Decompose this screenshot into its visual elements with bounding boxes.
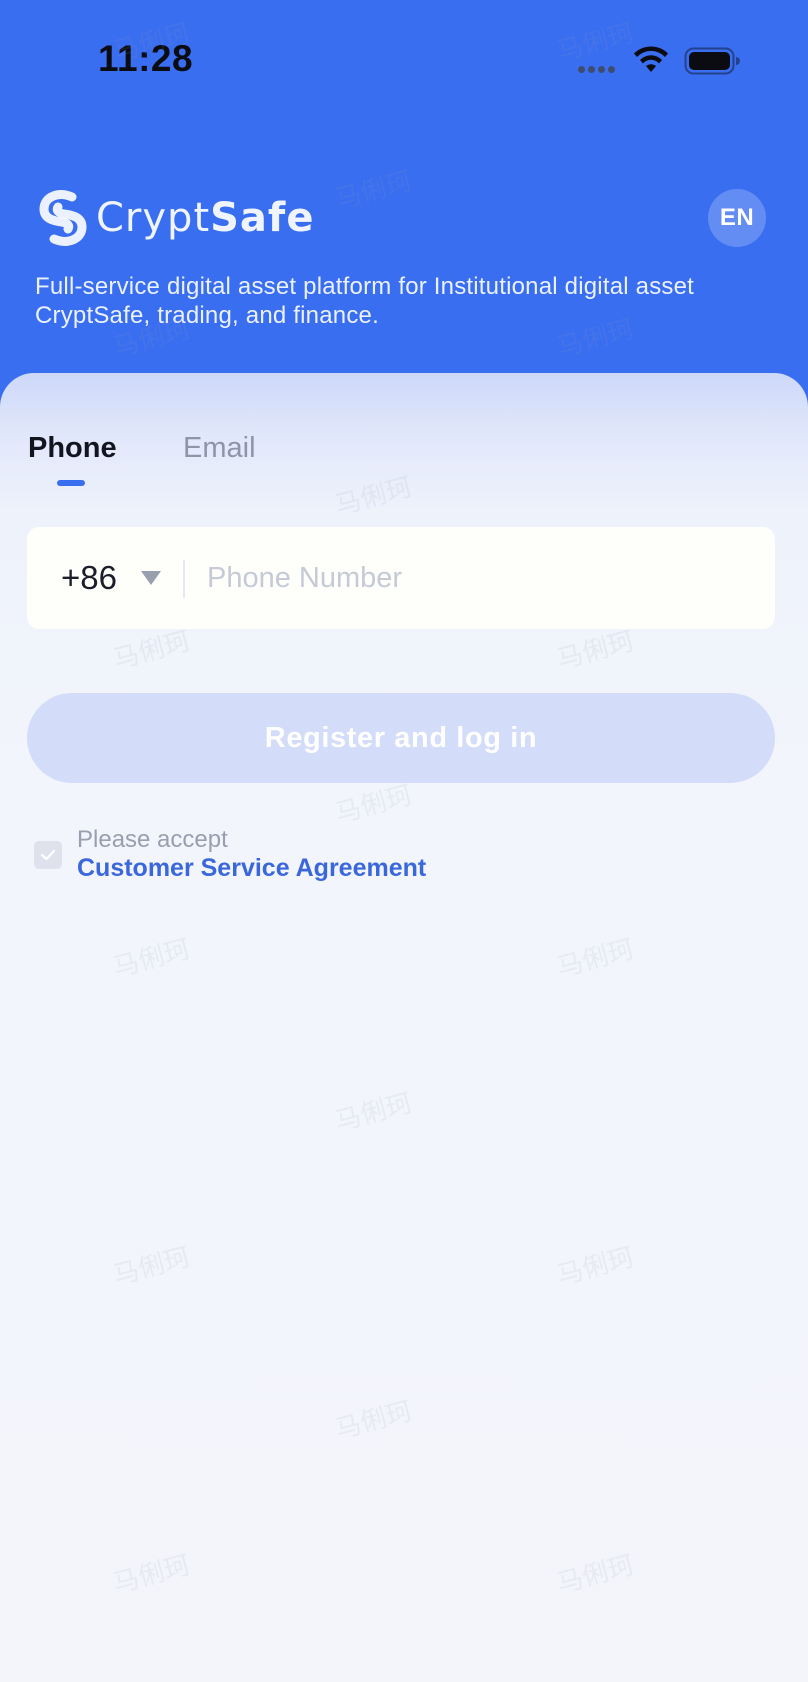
phone-number-input[interactable] (207, 553, 747, 603)
check-icon (40, 849, 56, 861)
brand-logo: CryptSafe (38, 188, 314, 248)
phone-field: +86 (27, 527, 775, 629)
tagline: Full-service digital asset platform for … (35, 273, 695, 329)
status-bar: 11:28 (0, 0, 808, 120)
brand-name-part-1: Crypt (96, 195, 211, 241)
active-tab-indicator (57, 480, 85, 486)
country-code-selector[interactable]: +86 (61, 559, 117, 597)
brand-name-part-2: Safe (210, 195, 315, 241)
agreement-row: Please accept Customer Service Agreement (34, 824, 734, 894)
agreement-checkbox[interactable] (34, 841, 62, 869)
header-banner: 11:28 CryptSafe EN Full-service digital … (0, 0, 808, 420)
tab-email[interactable]: Email (183, 432, 256, 465)
logo-icon (39, 190, 87, 246)
cellular-signal-icon (578, 66, 618, 74)
register-login-button[interactable]: Register and log in (27, 693, 775, 783)
brand-name: CryptSafe (96, 195, 314, 241)
agreement-link[interactable]: Customer Service Agreement (77, 854, 426, 883)
wifi-icon (634, 46, 668, 72)
battery-icon (684, 47, 740, 75)
login-screen: 11:28 CryptSafe EN Full-service digital … (0, 0, 808, 1682)
field-divider (183, 560, 185, 598)
agreement-prompt: Please accept (77, 826, 228, 853)
status-time: 11:28 (98, 38, 194, 79)
tab-phone[interactable]: Phone (28, 432, 117, 465)
chevron-down-icon[interactable] (141, 571, 161, 585)
language-button[interactable]: EN (708, 189, 766, 247)
